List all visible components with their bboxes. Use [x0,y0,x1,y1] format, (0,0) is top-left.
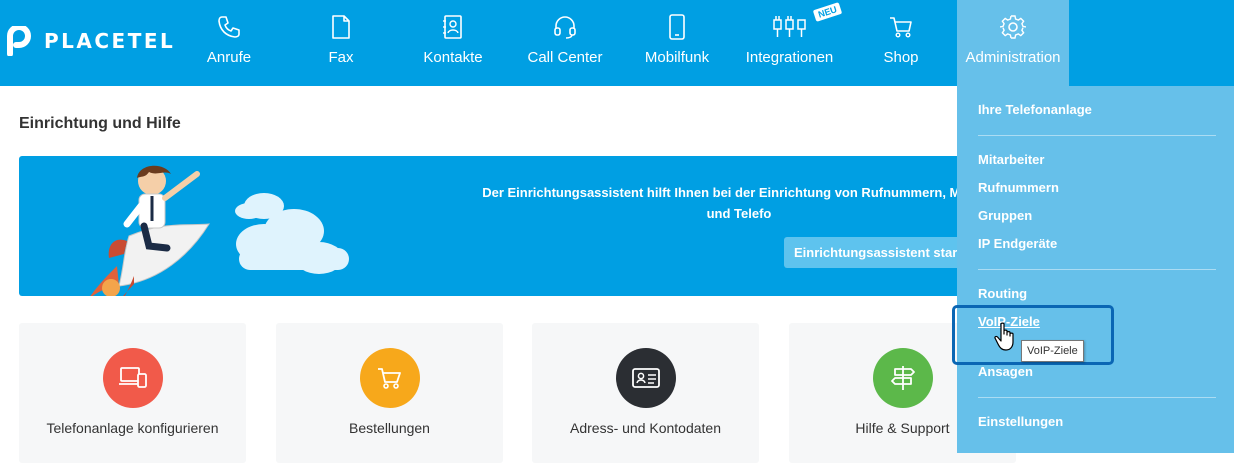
nav-call-center-label: Call Center [527,49,603,66]
gear-icon [1000,13,1026,41]
new-badge: NEU [812,2,843,22]
nav-mobile[interactable]: Mobilfunk [640,0,714,86]
headset-icon [552,13,578,41]
nav-mobile-label: Mobilfunk [644,49,710,66]
cart-icon [888,13,914,41]
menu-item-employees[interactable]: Mitarbeiter [978,152,1044,167]
plug-icon [770,13,810,41]
menu-divider [978,397,1216,398]
card-configure-phone-system[interactable]: Telefonanlage konfigurieren [19,323,246,463]
menu-divider [978,135,1216,136]
card-label: Adress- und Kontodaten [570,420,721,436]
nav-calls-label: Anrufe [206,49,252,66]
card-address-account-data[interactable]: Adress- und Kontodaten [532,323,759,463]
nav-integrations-label: Integrationen [745,49,834,66]
nav-calls[interactable]: Anrufe [196,0,262,86]
nav-administration[interactable]: Administration [957,0,1069,86]
tooltip: VoIP-Ziele [1021,340,1084,362]
nav-shop-label: Shop [883,49,919,66]
devices-icon [103,348,163,408]
top-navigation-bar: PLACETEL Anrufe Fax Kontakte Call Center… [0,0,1234,86]
card-orders[interactable]: Bestellungen [276,323,503,463]
nav-administration-label: Administration [965,49,1061,66]
smartphone-icon [668,13,686,41]
card-label: Bestellungen [349,420,430,436]
menu-item-phone-numbers[interactable]: Rufnummern [978,180,1059,195]
menu-item-phone-system[interactable]: Ihre Telefonanlage [978,102,1092,117]
rocket-illustration [90,165,349,296]
nav-contacts[interactable]: Kontakte [418,0,488,86]
banner-description: Der Einrichtungsassistent hilft Ihnen be… [459,182,1019,224]
administration-dropdown-menu: Ihre Telefonanlage Mitarbeiter Rufnummer… [957,86,1234,453]
nav-fax-label: Fax [328,49,354,66]
menu-item-routing[interactable]: Routing [978,286,1027,301]
address-book-icon [441,13,465,41]
nav-contacts-label: Kontakte [423,49,483,66]
hand-cursor-icon [994,322,1018,357]
id-card-icon [616,348,676,408]
menu-item-ip-devices[interactable]: IP Endgeräte [978,236,1057,251]
signpost-icon [873,348,933,408]
document-icon [330,13,352,41]
nav-call-center[interactable]: Call Center [522,0,608,86]
menu-item-groups[interactable]: Gruppen [978,208,1032,223]
menu-item-settings[interactable]: Einstellungen [978,414,1063,429]
brand-name: PLACETEL [44,29,176,53]
nav-shop[interactable]: Shop [880,0,922,86]
banner-description-line-2: und Telefo [706,206,772,221]
banner-description-line-1: Der Einrichtungsassistent hilft Ihnen be… [482,185,996,200]
card-label: Telefonanlage konfigurieren [46,420,219,436]
menu-divider [978,269,1216,270]
logo-p-icon [4,24,34,57]
menu-item-announcements[interactable]: Ansagen [978,364,1033,379]
nav-fax[interactable]: Fax [315,0,367,86]
cart-icon [360,348,420,408]
setup-wizard-banner: Der Einrichtungsassistent hilft Ihnen be… [19,156,1019,296]
nav-integrations[interactable]: NEU Integrationen [742,0,843,86]
phone-icon [216,13,242,41]
page-title: Einrichtung und Hilfe [19,115,181,132]
placetel-logo[interactable]: PLACETEL [4,24,176,57]
